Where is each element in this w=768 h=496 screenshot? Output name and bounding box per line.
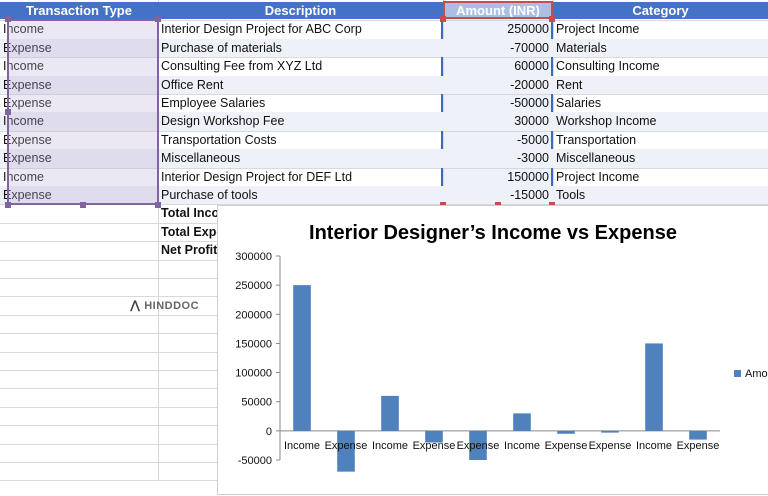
bar [557, 430, 575, 434]
category-label: Expense [545, 440, 588, 452]
category-label: Expense [413, 440, 456, 452]
category-label: Expense [457, 440, 500, 452]
selection-handle[interactable] [80, 202, 86, 208]
category-label: Expense [589, 440, 632, 452]
cell-description[interactable]: Interior Design Project for DEF Ltd [158, 168, 443, 186]
category-label: Income [504, 440, 540, 452]
cell-description[interactable]: Purchase of materials [158, 39, 443, 57]
bar [513, 413, 531, 431]
y-tick-label: 150000 [235, 338, 272, 350]
cell-description[interactable]: Miscellaneous [158, 149, 443, 167]
cell-amount[interactable]: -3000 [443, 149, 553, 167]
cell-amount[interactable]: 60000 [443, 57, 553, 75]
cell-category[interactable]: Project Income [553, 168, 768, 186]
watermark: ⋀ HINDDOC [130, 298, 199, 312]
header-category[interactable]: Category [553, 2, 768, 20]
cell-description[interactable]: Design Workshop Fee [158, 112, 443, 130]
selection-handle[interactable] [440, 16, 446, 22]
cell-description[interactable]: Purchase of tools [158, 186, 443, 204]
cell-category[interactable]: Materials [553, 39, 768, 57]
selection-handle[interactable] [5, 202, 11, 208]
selection-handle[interactable] [155, 16, 161, 22]
cell-amount[interactable]: 150000 [443, 168, 553, 186]
cell-category[interactable]: Rent [553, 76, 768, 94]
cell-amount[interactable]: -70000 [443, 39, 553, 57]
category-label: Income [284, 440, 320, 452]
y-tick-label: 200000 [235, 309, 272, 321]
legend-label: Amo [745, 368, 768, 380]
amount-header-selection [443, 1, 553, 19]
category-label: Income [372, 440, 408, 452]
cell-category[interactable]: Tools [553, 186, 768, 204]
cell-description[interactable]: Transportation Costs [158, 131, 443, 149]
watermark-logo-icon: ⋀ [130, 298, 141, 312]
cell-description[interactable]: Interior Design Project for ABC Corp [158, 20, 443, 38]
selection-handle[interactable] [155, 202, 161, 208]
y-tick-label: 0 [266, 426, 272, 438]
cell-amount[interactable]: 250000 [443, 20, 553, 38]
cell-amount[interactable]: 30000 [443, 112, 553, 130]
selection-handle[interactable] [549, 16, 555, 22]
category-label: Expense [677, 440, 720, 452]
cell-category[interactable]: Transportation [553, 131, 768, 149]
cell-category[interactable]: Consulting Income [553, 57, 768, 75]
transaction-type-selection[interactable] [7, 19, 159, 205]
cell-amount[interactable]: -20000 [443, 76, 553, 94]
cell-description[interactable]: Consulting Fee from XYZ Ltd [158, 57, 443, 75]
chart-object[interactable]: Interior Designer’s Income vs Expense 300… [217, 205, 768, 495]
category-label: Income [636, 440, 672, 452]
bar [381, 395, 399, 431]
cell-amount[interactable]: -50000 [443, 94, 553, 112]
cell-description[interactable]: Employee Salaries [158, 94, 443, 112]
bar [689, 430, 707, 440]
selection-handle[interactable] [5, 16, 11, 22]
bar [645, 343, 663, 431]
y-tick-label: 50000 [241, 397, 272, 409]
y-tick-label: 300000 [235, 251, 272, 263]
y-tick-label: -50000 [238, 455, 272, 467]
cell-description[interactable]: Office Rent [158, 76, 443, 94]
cell-amount[interactable]: -5000 [443, 131, 553, 149]
selection-handle[interactable] [5, 109, 11, 115]
bar-chart: Interior Designer’s Income vs Expense 300… [235, 222, 768, 472]
watermark-text: HINDDOC [144, 300, 200, 312]
cell-category[interactable]: Project Income [553, 20, 768, 38]
cell-category[interactable]: Miscellaneous [553, 149, 768, 167]
bar [601, 430, 619, 433]
category-label: Expense [325, 440, 368, 452]
y-tick-label: 250000 [235, 280, 272, 292]
header-transaction-type[interactable]: Transaction Type [0, 2, 158, 20]
chart-title: Interior Designer’s Income vs Expense [309, 222, 677, 244]
cell-category[interactable]: Workshop Income [553, 112, 768, 130]
cell-category[interactable]: Salaries [553, 94, 768, 112]
y-tick-label: 100000 [235, 368, 272, 380]
bar [293, 285, 311, 431]
header-description[interactable]: Description [158, 2, 443, 20]
legend-swatch [734, 370, 741, 377]
